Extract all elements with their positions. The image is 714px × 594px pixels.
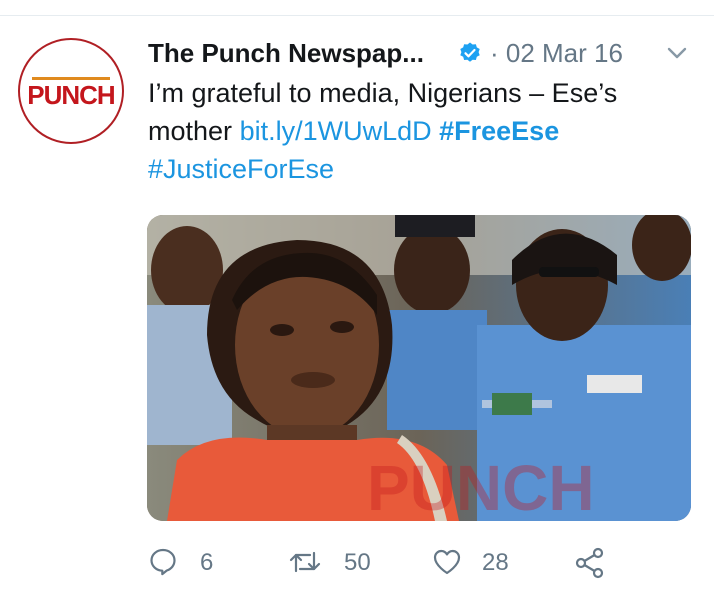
reply-count: 6 bbox=[200, 549, 214, 576]
hashtag-justiceforese[interactable]: #JusticeForEse bbox=[148, 154, 334, 184]
photo-watermark: PUNCH bbox=[367, 452, 595, 521]
retweet-button[interactable]: 50 bbox=[288, 543, 388, 583]
verified-badge-icon bbox=[460, 42, 480, 62]
hashtag-freeese[interactable]: #FreeEse bbox=[439, 116, 559, 146]
like-count: 28 bbox=[482, 549, 509, 576]
tweet-header: The Punch Newspap... · 02 Mar 16 bbox=[148, 36, 708, 70]
tweet-text-line1: I’m grateful to media, Nigerians – Ese’s bbox=[148, 78, 618, 108]
photo-illustration: PUNCH bbox=[147, 215, 691, 521]
tweet-link[interactable]: bit.ly/1WUwLdD bbox=[240, 116, 432, 146]
display-name[interactable]: The Punch Newspap... bbox=[148, 36, 424, 70]
tweet-actions: 6 50 28 bbox=[148, 543, 668, 583]
like-button[interactable]: 28 bbox=[432, 543, 532, 583]
tweet-text: I’m grateful to media, Nigerians – Ese’s… bbox=[148, 74, 688, 188]
like-icon bbox=[433, 549, 461, 575]
chevron-down-icon[interactable] bbox=[666, 44, 688, 62]
punch-logo: PUNCH bbox=[27, 80, 115, 110]
tweet-photo[interactable]: PUNCH bbox=[147, 215, 691, 521]
share-icon bbox=[575, 547, 604, 579]
retweet-count: 50 bbox=[344, 549, 371, 576]
retweet-icon bbox=[289, 551, 321, 573]
tweet-text-mother: mother bbox=[148, 116, 233, 146]
top-divider bbox=[0, 15, 714, 16]
reply-icon bbox=[150, 548, 176, 576]
avatar[interactable]: PUNCH bbox=[18, 38, 124, 144]
reply-button[interactable]: 6 bbox=[148, 543, 228, 583]
tweet-date[interactable]: · 02 Mar 16 bbox=[490, 36, 623, 70]
share-button[interactable] bbox=[574, 543, 614, 583]
